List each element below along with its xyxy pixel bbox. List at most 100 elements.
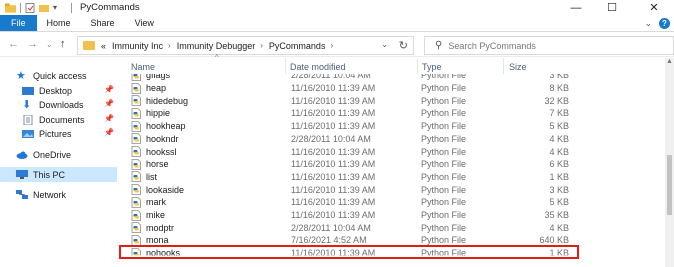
minimize-button[interactable]: — <box>558 0 594 15</box>
file-name-cell[interactable]: modptr <box>131 221 174 234</box>
file-name-cell[interactable]: heap <box>131 82 166 95</box>
file-row[interactable]: horse 11/16/2010 11:39 AM Python File 6 KB <box>121 158 578 171</box>
file-type: Python File <box>421 95 467 106</box>
python-file-icon <box>131 95 141 107</box>
column-divider[interactable] <box>285 58 286 74</box>
column-header-size[interactable]: Size <box>509 58 527 75</box>
file-name-cell[interactable]: list <box>131 171 157 184</box>
nav-label: Quick access <box>33 70 87 81</box>
file-name-cell[interactable]: mark <box>131 196 166 209</box>
address-dropdown-icon[interactable]: ⌄ <box>381 40 388 49</box>
file-date: 2/28/2011 10:04 AM <box>291 222 371 233</box>
recent-locations-icon[interactable]: ⌄ <box>46 40 53 49</box>
file-name-cell[interactable]: mike <box>131 209 165 222</box>
address-bar[interactable]: « Immunity Inc › Immunity Debugger › PyC… <box>77 36 414 55</box>
file-row[interactable]: modptr 2/28/2011 10:04 AM Python File 4 KB <box>121 221 578 234</box>
nav-label: This PC <box>33 169 66 180</box>
file-type: Python File <box>421 159 467 170</box>
tab-home[interactable]: Home <box>37 15 81 31</box>
pin-icon[interactable]: 📌 <box>104 114 114 123</box>
refresh-icon[interactable]: ↻ <box>399 39 408 52</box>
nav-label: Downloads <box>39 99 84 110</box>
column-header-name[interactable]: Name <box>131 58 155 75</box>
expand-ribbon-icon[interactable]: ⌄ <box>644 18 652 29</box>
file-row[interactable]: mike 11/16/2010 11:39 AM Python File 35 KB <box>121 209 578 222</box>
file-row[interactable]: hookheap 11/16/2010 11:39 AM Python File 5 … <box>121 120 578 133</box>
file-date: 11/16/2010 11:39 AM <box>291 184 376 195</box>
python-file-icon <box>131 209 141 221</box>
file-row[interactable]: hookssl 11/16/2010 11:39 AM Python File 4 K… <box>121 145 578 158</box>
star-icon: ★ <box>16 69 26 82</box>
quick-access-dropdown-icon[interactable]: ▾ <box>53 3 63 13</box>
file-row[interactable]: hookndr 2/28/2011 10:04 AM Python File 4 KB <box>121 133 578 146</box>
nav-item-desktop[interactable]: Desktop <box>22 84 72 97</box>
pin-icon[interactable]: 📌 <box>104 99 114 108</box>
nav-item-this-pc[interactable]: This PC <box>0 167 117 182</box>
column-header-type[interactable]: Type <box>422 58 442 75</box>
file-name: heap <box>146 83 167 94</box>
file-date: 11/16/2010 11:39 AM <box>291 121 376 132</box>
file-size: 4 KB <box>549 133 569 144</box>
nav-item-pictures[interactable]: Pictures <box>22 127 72 140</box>
file-name-cell[interactable]: hookssl <box>131 145 177 158</box>
highlight-box <box>119 245 579 259</box>
nav-item-documents[interactable]: Documents <box>22 113 85 126</box>
file-name-cell[interactable]: hookndr <box>131 133 179 146</box>
column-divider[interactable] <box>417 58 418 74</box>
column-header-date[interactable]: Date modified <box>290 58 346 75</box>
file-name-cell[interactable]: hidedebug <box>131 94 188 107</box>
maximize-button[interactable]: ☐ <box>594 0 630 15</box>
breadcrumb-pycommands[interactable]: PyCommands <box>269 41 326 51</box>
nav-item-onedrive[interactable]: OneDrive <box>16 148 71 161</box>
breadcrumb-chevron-icon[interactable]: › <box>260 41 263 50</box>
tab-share[interactable]: Share <box>81 15 125 31</box>
breadcrumb-chevron-icon[interactable]: › <box>330 41 333 50</box>
file-date: 11/16/2010 11:39 AM <box>291 197 376 208</box>
file-row[interactable]: list 11/16/2010 11:39 AM Python File 1 KB <box>121 171 578 184</box>
help-icon[interactable]: ? <box>659 18 670 29</box>
ribbon-tabs: File Home Share View ⌄ ? <box>0 15 674 32</box>
file-name: horse <box>146 159 169 170</box>
file-name-cell[interactable]: hippie <box>131 107 170 120</box>
tab-view[interactable]: View <box>125 15 164 31</box>
new-folder-icon[interactable] <box>39 3 49 13</box>
file-type: Python File <box>421 184 467 195</box>
file-row[interactable]: lookaside 11/16/2010 11:39 AM Python File 3… <box>121 183 578 196</box>
file-size: 32 KB <box>544 95 569 106</box>
tab-file[interactable]: File <box>0 15 37 31</box>
file-size: 8 KB <box>549 83 569 94</box>
breadcrumb-chevron-icon[interactable]: › <box>168 41 171 50</box>
pin-icon[interactable]: 📌 <box>104 128 114 137</box>
forward-icon[interactable]: → <box>27 38 38 50</box>
sort-ascending-icon: ^ <box>215 53 219 62</box>
nav-label: Desktop <box>39 85 73 96</box>
properties-icon[interactable] <box>25 2 35 13</box>
file-name: list <box>146 171 157 182</box>
file-row[interactable]: hidedebug 11/16/2010 11:39 AM Python File 3… <box>121 94 578 107</box>
file-row[interactable]: mark 11/16/2010 11:39 AM Python File 5 KB <box>121 196 578 209</box>
file-name-cell[interactable]: lookaside <box>131 183 184 196</box>
up-icon[interactable]: ↑ <box>60 38 66 50</box>
breadcrumb-immunity-debugger[interactable]: Immunity Debugger <box>177 41 256 51</box>
nav-item-downloads[interactable]: ⬇ Downloads <box>22 98 84 111</box>
back-icon[interactable]: ← <box>8 38 19 50</box>
file-name: modptr <box>146 222 175 233</box>
file-type: Python File <box>421 146 467 157</box>
address-row: ← → ⌄ ↑ « Immunity Inc › Immunity Debugg… <box>0 32 674 57</box>
nav-item-quick-access[interactable]: ★ Quick access <box>16 69 87 82</box>
file-size: 3 KB <box>549 184 569 195</box>
column-divider[interactable] <box>503 58 504 74</box>
file-date: 11/16/2010 11:39 AM <box>291 146 376 157</box>
close-button[interactable]: ✕ <box>636 0 672 15</box>
file-name-cell[interactable]: hookheap <box>131 120 186 133</box>
breadcrumb-immunity-inc[interactable]: Immunity Inc <box>112 41 163 51</box>
file-name-cell[interactable]: horse <box>131 158 169 171</box>
scroll-up-icon[interactable]: ▲ <box>666 58 673 65</box>
file-row[interactable]: heap 11/16/2010 11:39 AM Python File 8 KB <box>121 82 578 95</box>
scrollbar-thumb[interactable] <box>667 155 672 215</box>
file-row[interactable]: hippie 11/16/2010 11:39 AM Python File 7 KB <box>121 107 578 120</box>
pin-icon[interactable]: 📌 <box>104 85 114 94</box>
breadcrumb-overflow[interactable]: « <box>101 41 106 51</box>
nav-item-network[interactable]: Network <box>16 188 66 201</box>
search-input[interactable]: ⚲ Search PyCommands <box>424 36 674 55</box>
